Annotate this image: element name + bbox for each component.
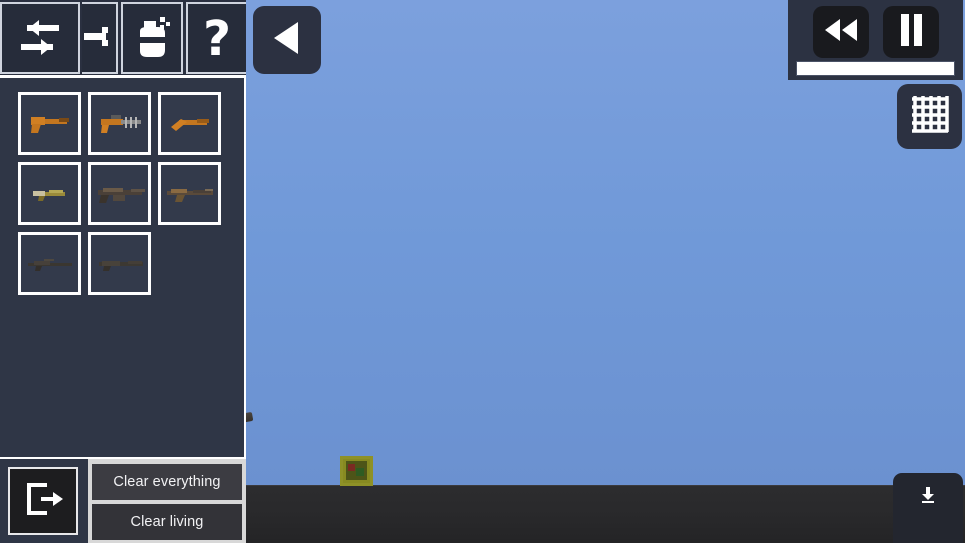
spray-can-icon bbox=[130, 15, 174, 61]
playback-progress-track[interactable] bbox=[796, 61, 955, 76]
clear-everything-button[interactable]: Clear everything bbox=[92, 464, 242, 500]
clear-living-button[interactable]: Clear living bbox=[92, 504, 242, 540]
playback-progress-fill bbox=[797, 62, 954, 75]
question-mark-icon: ? bbox=[197, 12, 237, 64]
ak-rifle-icon bbox=[166, 188, 213, 202]
pause-button[interactable] bbox=[882, 6, 939, 58]
game-screen: ? Clear everything Clear living bbox=[0, 0, 965, 543]
svg-text:?: ? bbox=[203, 12, 231, 64]
grid-toggle-button[interactable] bbox=[897, 84, 962, 149]
sidebar-bottom-bar: Clear everything Clear living bbox=[0, 457, 246, 543]
weapon-slot-sniper-rifle[interactable] bbox=[18, 232, 81, 295]
exit-button[interactable] bbox=[8, 467, 78, 535]
pistol-icon bbox=[30, 116, 69, 133]
crate-red-pixel bbox=[348, 464, 355, 471]
weapon-slot-carbine[interactable] bbox=[18, 162, 81, 225]
weapon-slot-sawed-off[interactable] bbox=[158, 92, 221, 155]
weapon-slot-ak-rifle[interactable] bbox=[158, 162, 221, 225]
sniper-rifle-icon bbox=[27, 258, 72, 271]
smg-icon bbox=[100, 114, 141, 133]
swap-arrows-icon bbox=[13, 18, 67, 58]
exit-icon bbox=[21, 477, 65, 526]
crate-green-pixel bbox=[356, 468, 364, 476]
pause-icon bbox=[897, 13, 925, 52]
back-button[interactable] bbox=[253, 6, 321, 74]
swap-arrows-button[interactable] bbox=[0, 1, 80, 74]
weapon-slot-smg[interactable] bbox=[88, 92, 151, 155]
weapon-grid bbox=[18, 92, 228, 295]
weapon-slot-shotgun[interactable] bbox=[88, 232, 151, 295]
sawed-off-icon bbox=[170, 118, 209, 131]
download-icon bbox=[921, 487, 935, 508]
carbine-icon bbox=[32, 189, 65, 201]
rewind-button[interactable] bbox=[812, 6, 869, 58]
shotgun-icon bbox=[98, 260, 143, 271]
grid-icon bbox=[909, 93, 951, 140]
weapon-slot-assault-rifle[interactable] bbox=[88, 162, 151, 225]
assault-rifle-icon bbox=[97, 187, 145, 203]
playback-controls bbox=[796, 6, 955, 58]
rewind-icon bbox=[823, 17, 859, 48]
sidebar-toolbar: ? bbox=[0, 0, 246, 78]
arrow-right-icon bbox=[84, 21, 114, 55]
clear-actions-panel: Clear everything Clear living bbox=[88, 459, 246, 543]
help-button[interactable]: ? bbox=[186, 1, 246, 74]
arrow-right-button[interactable] bbox=[82, 1, 118, 74]
weapon-sidebar: ? Clear everything Clear living bbox=[0, 0, 246, 543]
triangle-left-icon bbox=[268, 18, 306, 63]
download-button[interactable] bbox=[893, 473, 963, 543]
spray-can-button[interactable] bbox=[121, 1, 183, 74]
playback-panel bbox=[788, 0, 963, 80]
world-entity-crate[interactable] bbox=[340, 456, 373, 486]
weapon-slot-pistol[interactable] bbox=[18, 92, 81, 155]
